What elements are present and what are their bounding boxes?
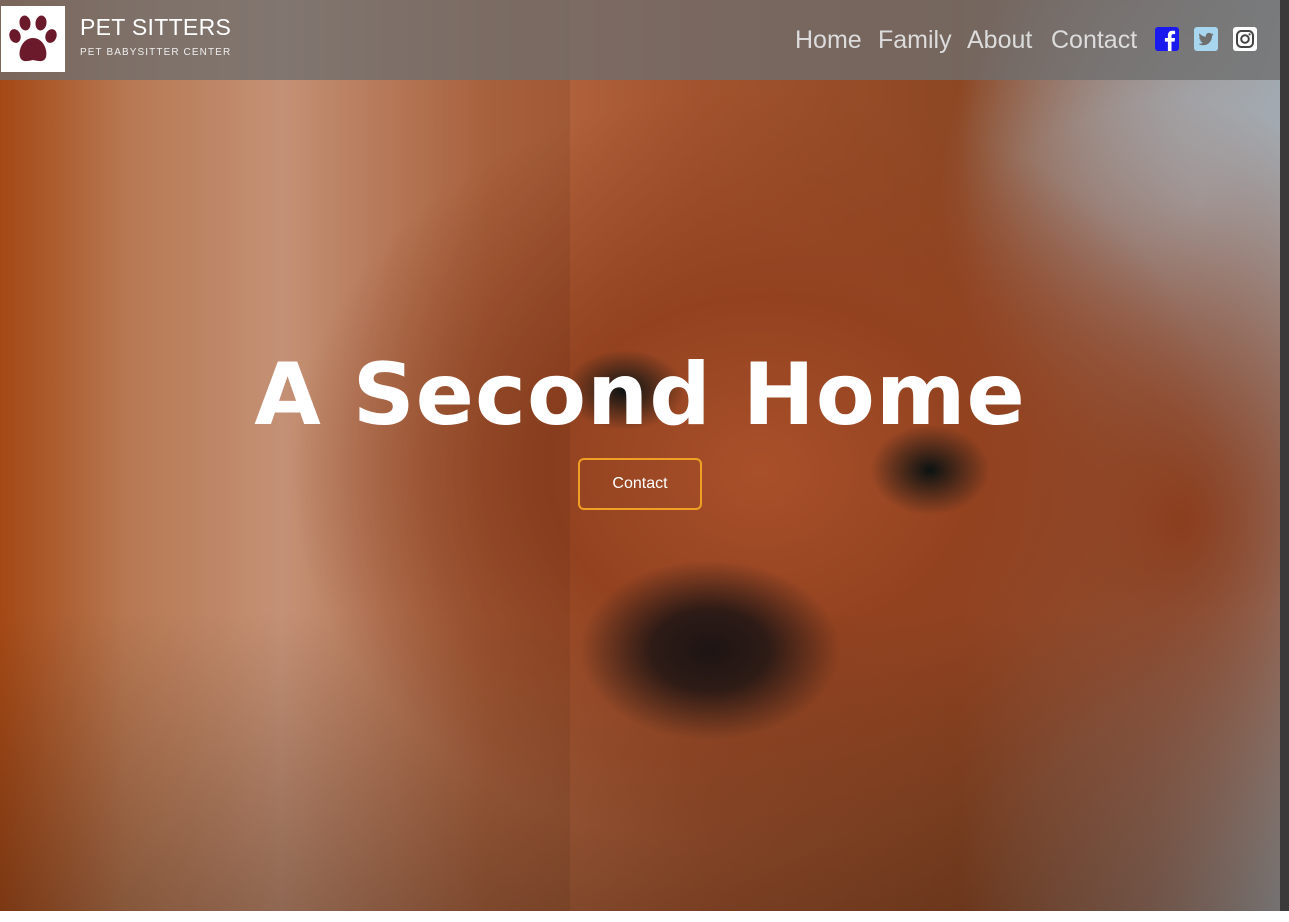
instagram-icon: [1233, 27, 1257, 51]
paw-icon: [9, 15, 57, 62]
nav-home-link[interactable]: Home: [795, 22, 862, 58]
brand-title: PET SITTERS: [80, 14, 232, 40]
page-scrollbar[interactable]: [1280, 0, 1289, 911]
hero-overlay-bottom: [0, 611, 1280, 911]
hero-background-image: [0, 0, 1280, 911]
contact-button[interactable]: Contact: [578, 458, 702, 510]
nav-contact-link[interactable]: Contact: [1051, 22, 1137, 58]
instagram-link[interactable]: [1233, 27, 1257, 51]
nav-family-link[interactable]: Family: [878, 22, 952, 58]
nav-about-link[interactable]: About: [967, 22, 1032, 58]
twitter-icon: [1194, 27, 1218, 51]
brand-subtitle: PET BABYSITTER CENTER: [80, 47, 232, 58]
navbar: PET SITTERS PET BABYSITTER CENTER Home F…: [0, 0, 1280, 80]
logo[interactable]: [1, 6, 65, 72]
hero-headline: A Second Home: [254, 345, 1026, 445]
facebook-icon: [1155, 27, 1179, 51]
facebook-link[interactable]: [1155, 27, 1179, 51]
twitter-link[interactable]: [1194, 27, 1218, 51]
